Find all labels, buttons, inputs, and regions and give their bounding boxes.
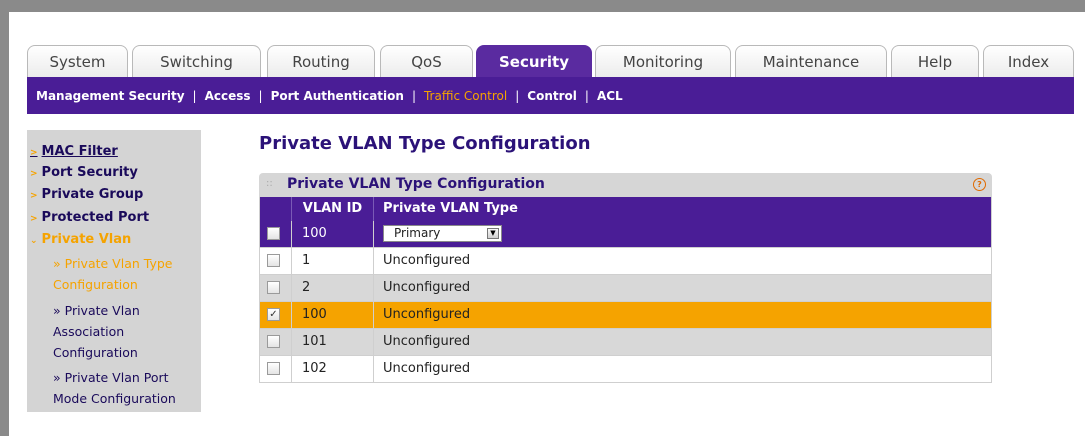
private-vlan-type-select[interactable]: Primary ▼ [383,225,502,242]
chevron-right-icon: > [30,148,38,158]
page-title: Private VLAN Type Configuration [259,133,591,154]
subnav-acl[interactable]: ACL [597,89,623,103]
dropdown-arrow-icon[interactable]: ▼ [487,228,499,239]
table-edit-row: 100 Primary ▼ [260,221,991,247]
type-cell: Unconfigured [383,253,471,268]
chevron-right-icon: > [30,191,38,201]
select-cell [260,248,292,274]
subnav-port-authentication[interactable]: Port Authentication [271,89,404,103]
subnav-access[interactable]: Access [205,89,251,103]
subnav-separator: | [411,88,416,103]
sidebar-item-label: Private Vlan [41,232,132,247]
subnav-traffic-control[interactable]: Traffic Control [424,89,507,103]
column-header-private-vlan-type: Private VLAN Type [383,201,518,216]
vlan-id-cell: 100 [292,302,374,328]
tab-qos[interactable]: QoS [380,45,473,77]
sidebar-item-mac-filter[interactable]: > MAC Filter [30,144,118,159]
tab-monitoring[interactable]: Monitoring [595,45,731,77]
row-checkbox[interactable] [267,227,280,240]
type-cell: Unconfigured [383,280,471,295]
vlan-id-cell: 101 [292,329,374,355]
sidebar-subitem-private-vlan-association[interactable]: Configuration [53,345,138,360]
table-row[interactable]: 102 Unconfigured [260,355,991,382]
type-cell: Unconfigured [383,307,471,322]
table-row-selected[interactable]: ✓ 100 Unconfigured [260,301,991,328]
panel-header: :: Private VLAN Type Configuration ? [259,173,992,197]
help-icon[interactable]: ? [973,178,986,191]
drag-handle-icon: :: [266,178,273,189]
select-cell [260,221,292,247]
sidebar-item-label: Private Group [41,187,144,202]
vlan-id-cell: 102 [292,356,374,382]
column-header-vlan-id: VLAN ID [292,197,374,221]
subnav-control[interactable]: Control [527,89,577,103]
window-frame-left [0,0,9,436]
sidebar-item-protected-port[interactable]: > Protected Port [30,210,149,225]
table-header-row: VLAN ID Private VLAN Type [260,197,991,221]
tab-switching[interactable]: Switching [132,45,261,77]
subnav-separator: | [584,88,589,103]
panel-title: Private VLAN Type Configuration [287,176,545,192]
sidebar: > MAC Filter > Port Security > Private Grou… [27,130,201,412]
subnav-separator: | [192,88,197,103]
sidebar-subitem-private-vlan-port-mode[interactable]: » Private Vlan Port [53,370,169,385]
table-row[interactable]: 101 Unconfigured [260,328,991,355]
header-select-cell [260,197,292,221]
tab-system[interactable]: System [27,45,128,77]
sidebar-subitem-private-vlan-association[interactable]: Association [53,324,124,339]
sidebar-item-port-security[interactable]: > Port Security [30,165,138,180]
select-cell [260,329,292,355]
select-value: Primary [394,226,441,240]
sidebar-item-private-vlan[interactable]: ⌄ Private Vlan [30,232,131,247]
row-checkbox[interactable] [267,281,280,294]
table-row[interactable]: 2 Unconfigured [260,274,991,301]
chevron-right-icon: > [30,169,38,179]
private-vlan-table: VLAN ID Private VLAN Type 100 Primary ▼ … [259,197,992,383]
chevron-right-icon: > [30,214,38,224]
subnav-management-security[interactable]: Management Security [36,89,185,103]
sidebar-item-label: Port Security [41,165,138,180]
sub-navigation: Management Security | Access | Port Auth… [27,77,1074,114]
sidebar-item-label: Protected Port [41,210,150,225]
sidebar-subitem-private-vlan-association[interactable]: » Private Vlan [53,303,140,318]
select-cell [260,356,292,382]
window-frame-top [0,0,1085,12]
sidebar-item-private-group[interactable]: > Private Group [30,187,143,202]
sidebar-item-label: MAC Filter [41,144,118,159]
select-cell [260,275,292,301]
table-row[interactable]: 1 Unconfigured [260,247,991,274]
type-cell: Unconfigured [383,361,471,376]
type-cell: Unconfigured [383,334,471,349]
tab-help[interactable]: Help [891,45,979,77]
tab-routing[interactable]: Routing [267,45,375,77]
tab-maintenance[interactable]: Maintenance [735,45,887,77]
row-checkbox[interactable] [267,335,280,348]
select-cell: ✓ [260,302,292,328]
vlan-id-cell: 2 [292,275,374,301]
row-checkbox[interactable] [267,254,280,267]
chevron-down-icon: ⌄ [30,236,38,246]
vlan-id-cell: 100 [292,221,374,247]
type-cell: Primary ▼ [375,221,991,247]
sidebar-subitem-private-vlan-type[interactable]: » Private Vlan Type [53,256,172,271]
tab-index[interactable]: Index [983,45,1074,77]
vlan-id-cell: 1 [292,248,374,274]
sidebar-subitem-private-vlan-port-mode[interactable]: Mode Configuration [53,391,176,406]
tab-security[interactable]: Security [476,45,592,77]
row-checkbox[interactable] [267,362,280,375]
sidebar-subitem-private-vlan-type[interactable]: Configuration [53,277,138,292]
subnav-separator: | [258,88,263,103]
row-checkbox-checked[interactable]: ✓ [267,308,280,321]
subnav-separator: | [515,88,520,103]
